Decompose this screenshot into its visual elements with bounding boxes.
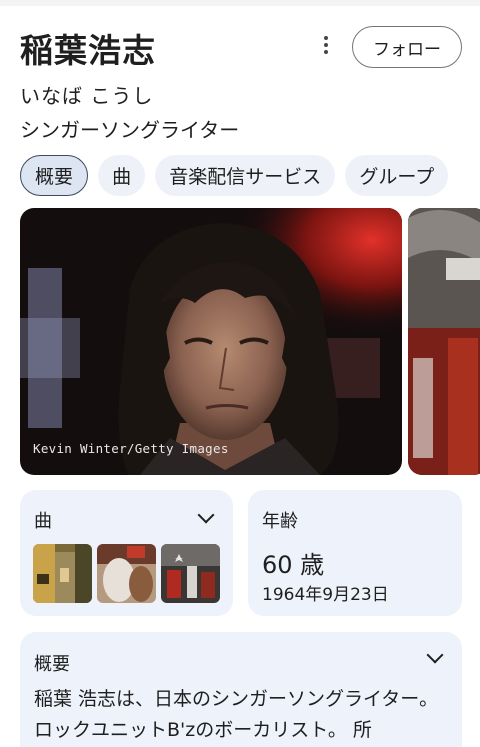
song-thumbnail[interactable] [33, 544, 92, 603]
more-options-icon[interactable] [316, 32, 336, 58]
artist-photo-graphic [20, 208, 402, 475]
next-photo-graphic [408, 208, 480, 475]
songs-card-heading: 曲 [34, 511, 52, 532]
tab-overview[interactable]: 概要 [20, 155, 89, 196]
songs-card[interactable]: 曲 [20, 490, 233, 616]
song-thumbnail[interactable] [161, 544, 220, 603]
entity-reading: いなば こうし [20, 84, 154, 108]
tab-songs[interactable]: 曲 [98, 155, 146, 196]
artist-photo[interactable]: Kevin Winter/Getty Images [20, 208, 402, 475]
chevron-down-icon[interactable] [426, 646, 444, 664]
follow-button[interactable]: フォロー [352, 26, 462, 68]
song-thumbnail-art [161, 544, 220, 603]
song-thumbnail-art [97, 544, 156, 603]
tab-chips: 概要 曲 音楽配信サービス グループ [20, 155, 480, 196]
entity-header: 稲葉浩志 フォロー [20, 22, 462, 76]
overview-card[interactable]: 概要 稲葉 浩志は、日本のシンガーソングライター。ロックユニットB'zのボーカリ… [20, 632, 462, 747]
image-carousel[interactable]: Kevin Winter/Getty Images [20, 208, 480, 475]
age-card[interactable]: 年齢 60 歳 1964年9月23日 [248, 490, 462, 616]
tab-streaming-services[interactable]: 音楽配信サービス [155, 155, 336, 196]
next-photo-preview[interactable] [408, 208, 480, 475]
tab-groups[interactable]: グループ [345, 155, 449, 196]
song-thumbnails [33, 544, 220, 603]
photo-credit: Kevin Winter/Getty Images [33, 441, 229, 456]
entity-title: 稲葉浩志 [20, 31, 156, 70]
top-divider [0, 0, 480, 6]
song-thumbnail[interactable] [97, 544, 156, 603]
chevron-down-icon[interactable] [197, 506, 215, 524]
age-value: 60 歳 [262, 551, 325, 579]
overview-card-heading: 概要 [34, 654, 70, 675]
overview-text: 稲葉 浩志は、日本のシンガーソングライター。ロックユニットB'zのボーカリスト。… [34, 688, 439, 741]
birth-date: 1964年9月23日 [262, 585, 389, 605]
entity-role: シンガーソングライター [20, 118, 240, 142]
song-thumbnail-art [33, 544, 92, 603]
age-card-heading: 年齢 [262, 511, 298, 532]
